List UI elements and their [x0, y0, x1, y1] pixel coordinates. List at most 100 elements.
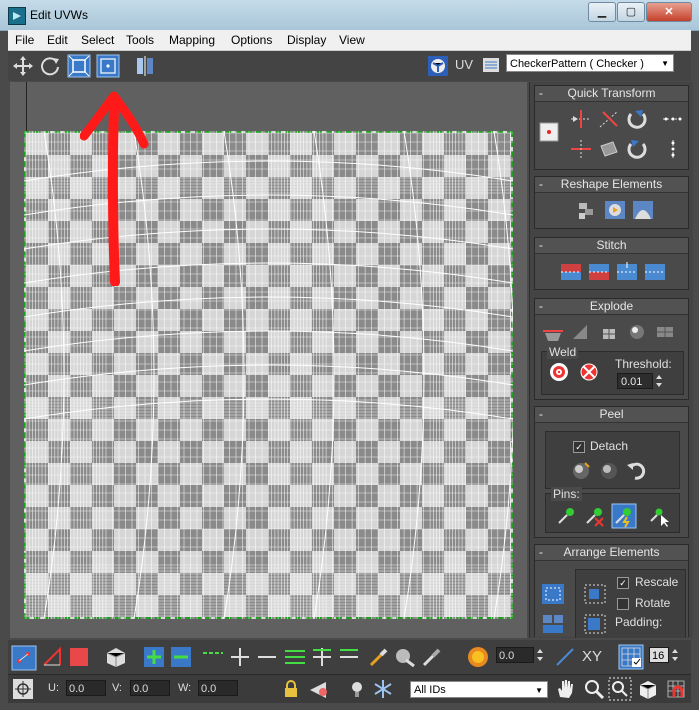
material-id-dropdown[interactable]: All IDs — [410, 681, 548, 699]
align-horizontal-icon[interactable] — [569, 108, 593, 130]
shrink-selection-icon[interactable] — [170, 646, 192, 668]
pack-uvs-icon[interactable] — [583, 613, 607, 635]
paint-shrink-icon[interactable] — [421, 646, 443, 668]
reset-peel-icon[interactable] — [625, 459, 649, 481]
show-grid-icon[interactable] — [618, 644, 644, 670]
lock-icon[interactable] — [280, 678, 302, 700]
menu-options[interactable]: Options — [231, 33, 272, 47]
pan-hand-icon[interactable] — [554, 677, 578, 701]
stitch-to-target-icon[interactable] — [587, 260, 611, 282]
rollout-header[interactable]: - Quick Transform — [535, 86, 688, 102]
light-icon[interactable] — [346, 678, 368, 700]
uv-channel-label[interactable]: UV — [455, 57, 473, 72]
rollout-header[interactable]: - Explode — [535, 299, 688, 315]
options-list-icon[interactable] — [482, 56, 500, 74]
threshold-spinner-icon[interactable] — [655, 373, 663, 389]
falloff-spinner-icon[interactable] — [536, 647, 544, 663]
pack-together-icon[interactable] — [583, 583, 607, 605]
scale-icon[interactable] — [67, 54, 91, 78]
grid-spinner-icon[interactable] — [671, 647, 679, 663]
menu-tools[interactable]: Tools — [126, 33, 154, 47]
detach-checkbox[interactable]: ✓ — [573, 441, 585, 453]
v-coordinate-input[interactable]: 0.0 — [130, 680, 170, 696]
paint-select-icon[interactable] — [368, 646, 390, 668]
zoom-region-icon[interactable] — [608, 677, 632, 701]
zoom-extents-icon[interactable] — [636, 677, 660, 701]
rollout-header[interactable]: - Arrange Elements — [535, 545, 688, 561]
polygon-mode-icon[interactable] — [68, 646, 90, 668]
checker-texture-icon[interactable] — [427, 55, 449, 77]
absolute-offset-icon[interactable] — [12, 678, 34, 700]
paint-grow-icon[interactable] — [394, 646, 416, 668]
grow-selection-icon[interactable] — [143, 646, 165, 668]
rotate-cw-icon[interactable] — [625, 108, 649, 130]
flatten-icon[interactable] — [597, 321, 621, 343]
break-icon[interactable] — [541, 321, 565, 343]
pack-custom-icon[interactable] — [541, 583, 565, 605]
pin-icon[interactable] — [555, 505, 579, 527]
straighten-icon[interactable] — [597, 138, 621, 160]
threshold-input[interactable]: 0.01 — [617, 373, 653, 389]
edge-ring-icon[interactable] — [284, 646, 306, 668]
soft-selection-icon[interactable] — [466, 645, 490, 669]
detach-edge-icon[interactable] — [569, 321, 593, 343]
straighten-selection-icon[interactable] — [575, 199, 599, 221]
minimize-button[interactable]: ▁ — [588, 2, 616, 22]
rollout-header[interactable]: - Reshape Elements — [535, 177, 688, 193]
unpin-icon[interactable] — [583, 505, 607, 527]
rotate-icon[interactable] — [39, 55, 61, 77]
auto-pin-icon[interactable] — [611, 503, 637, 529]
grow-loop-icon[interactable] — [229, 646, 251, 668]
weld-target-icon[interactable] — [547, 361, 571, 383]
grid-size-input[interactable]: 16 — [649, 647, 669, 663]
vertex-mode-icon[interactable] — [11, 645, 37, 671]
freeform-mode-icon[interactable] — [96, 54, 120, 78]
maximize-button[interactable]: ▢ — [617, 2, 645, 22]
flatten-by-smoothing-icon[interactable] — [653, 321, 677, 343]
snap-grid-icon[interactable] — [664, 677, 688, 701]
pivot-center-icon[interactable] — [539, 122, 559, 142]
relax-options-icon[interactable] — [631, 199, 655, 221]
falloff-type-icon[interactable] — [554, 646, 576, 668]
shrink-ring-icon[interactable] — [338, 646, 360, 668]
relax-icon[interactable] — [603, 199, 627, 221]
stitch-custom-icon[interactable] — [643, 260, 667, 282]
quick-peel-icon[interactable] — [569, 459, 593, 481]
w-coordinate-input[interactable]: 0.0 — [198, 680, 238, 696]
element-mode-icon[interactable] — [104, 645, 128, 669]
stitch-to-source-icon[interactable] — [559, 260, 583, 282]
falloff-angle-input[interactable]: 0.0 — [496, 647, 534, 663]
u-coordinate-input[interactable]: 0.0 — [66, 680, 106, 696]
rotate-ccw-icon[interactable] — [625, 138, 649, 160]
shrink-loop-icon[interactable] — [256, 646, 278, 668]
space-vertical-icon[interactable] — [661, 138, 685, 160]
pack-normalize-icon[interactable] — [541, 613, 565, 635]
menu-file[interactable]: File — [15, 33, 34, 47]
freeze-icon[interactable] — [372, 678, 394, 700]
menu-display[interactable]: Display — [287, 33, 326, 47]
menu-mapping[interactable]: Mapping — [169, 33, 215, 47]
rollout-header[interactable]: - Stitch — [535, 238, 688, 254]
menu-edit[interactable]: Edit — [47, 33, 68, 47]
align-diagonal-icon[interactable] — [597, 108, 621, 130]
space-horizontal-icon[interactable] — [661, 108, 685, 130]
peel-mode-icon[interactable] — [597, 459, 621, 481]
menu-select[interactable]: Select — [81, 33, 114, 47]
hide-icon[interactable] — [308, 678, 330, 700]
weld-selected-icon[interactable] — [577, 361, 601, 383]
grow-ring-icon[interactable] — [311, 646, 333, 668]
rotate-checkbox[interactable] — [617, 598, 629, 610]
texture-dropdown[interactable]: CheckerPattern ( Checker ) — [506, 54, 674, 73]
menu-view[interactable]: View — [339, 33, 365, 47]
rescale-checkbox[interactable]: ✓ — [617, 577, 629, 589]
zoom-icon[interactable] — [582, 677, 606, 701]
rollout-header[interactable]: - Peel — [535, 407, 688, 423]
stitch-average-icon[interactable] — [615, 260, 639, 282]
select-pins-icon[interactable] — [647, 505, 671, 527]
edge-loop-icon[interactable] — [202, 646, 224, 668]
flatten-by-material-icon[interactable] — [625, 321, 649, 343]
align-vertical-icon[interactable] — [569, 138, 593, 160]
falloff-space-label[interactable]: XY — [582, 648, 602, 665]
move-icon[interactable] — [12, 55, 34, 77]
mirror-icon[interactable] — [134, 55, 156, 77]
